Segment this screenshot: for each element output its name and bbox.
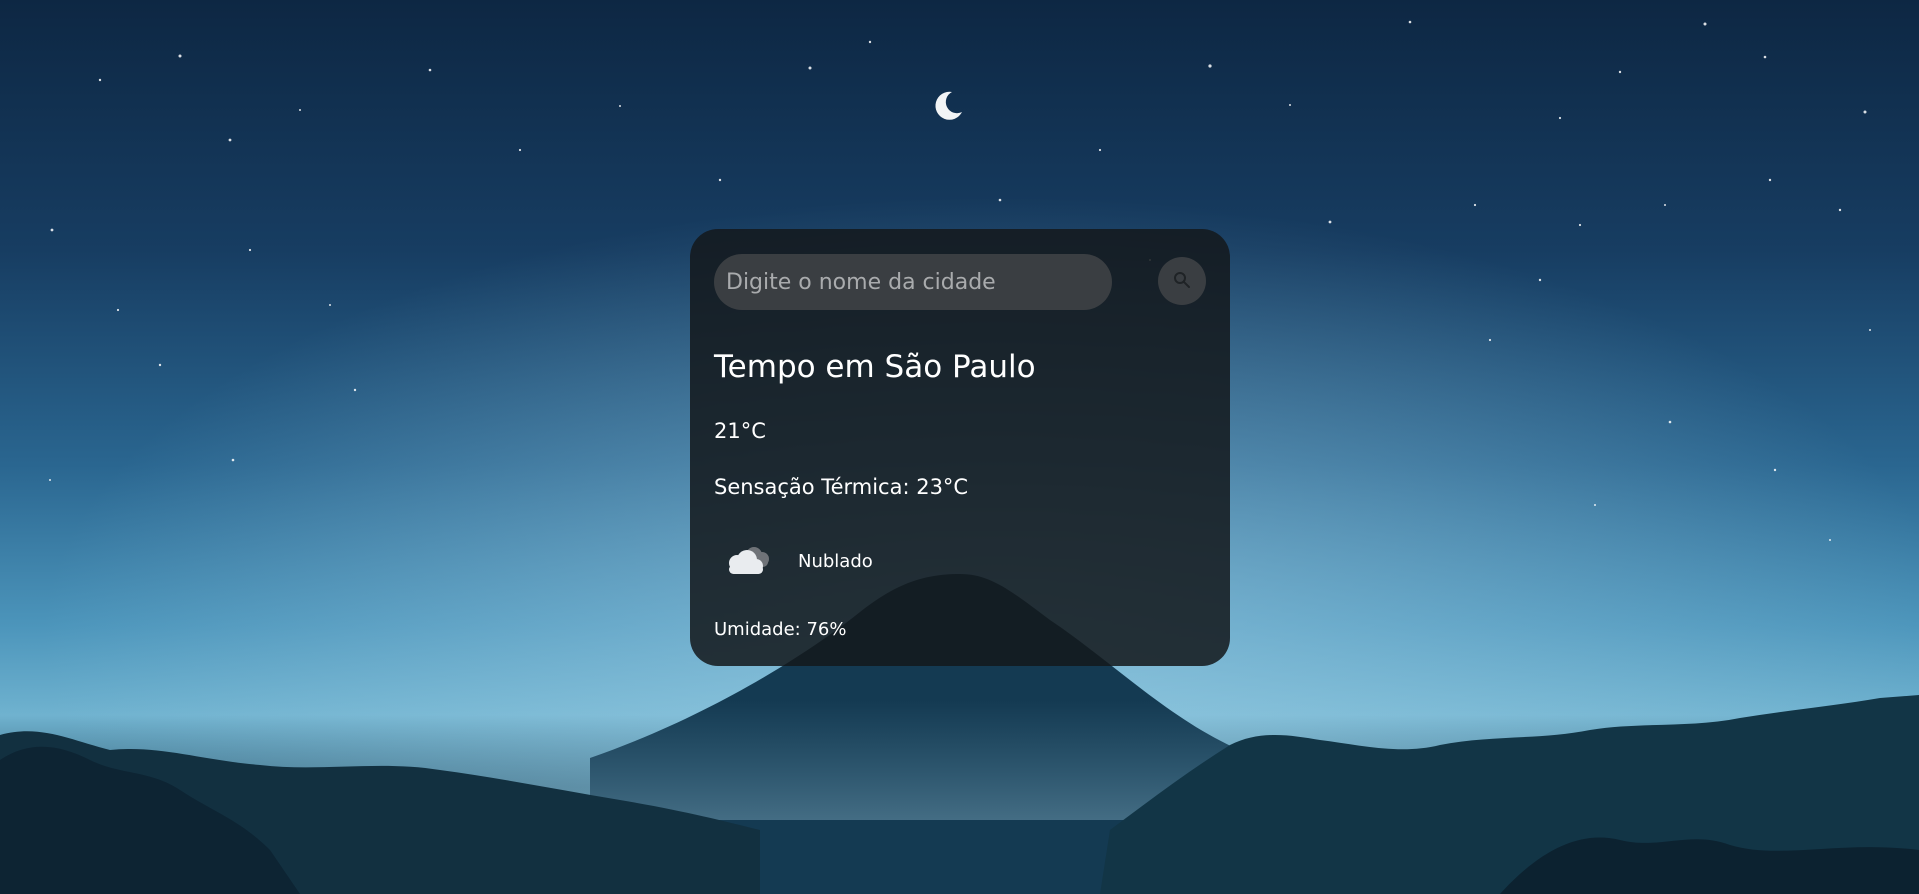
feels-like-value: Sensação Térmica: 23°C <box>714 475 969 499</box>
humidity-value: Umidade: 76% <box>714 619 847 640</box>
temperature-value: 21°C <box>714 419 766 443</box>
city-search-input[interactable] <box>714 254 1112 310</box>
city-title: Tempo em São Paulo <box>714 349 1036 385</box>
search-icon <box>1174 272 1190 288</box>
search-button[interactable] <box>1158 257 1206 305</box>
weather-condition: Nublado <box>798 551 873 572</box>
cloud-icon <box>729 547 769 574</box>
weather-card: Tempo em São Paulo 21°C Sensação Térmica… <box>690 229 1230 666</box>
